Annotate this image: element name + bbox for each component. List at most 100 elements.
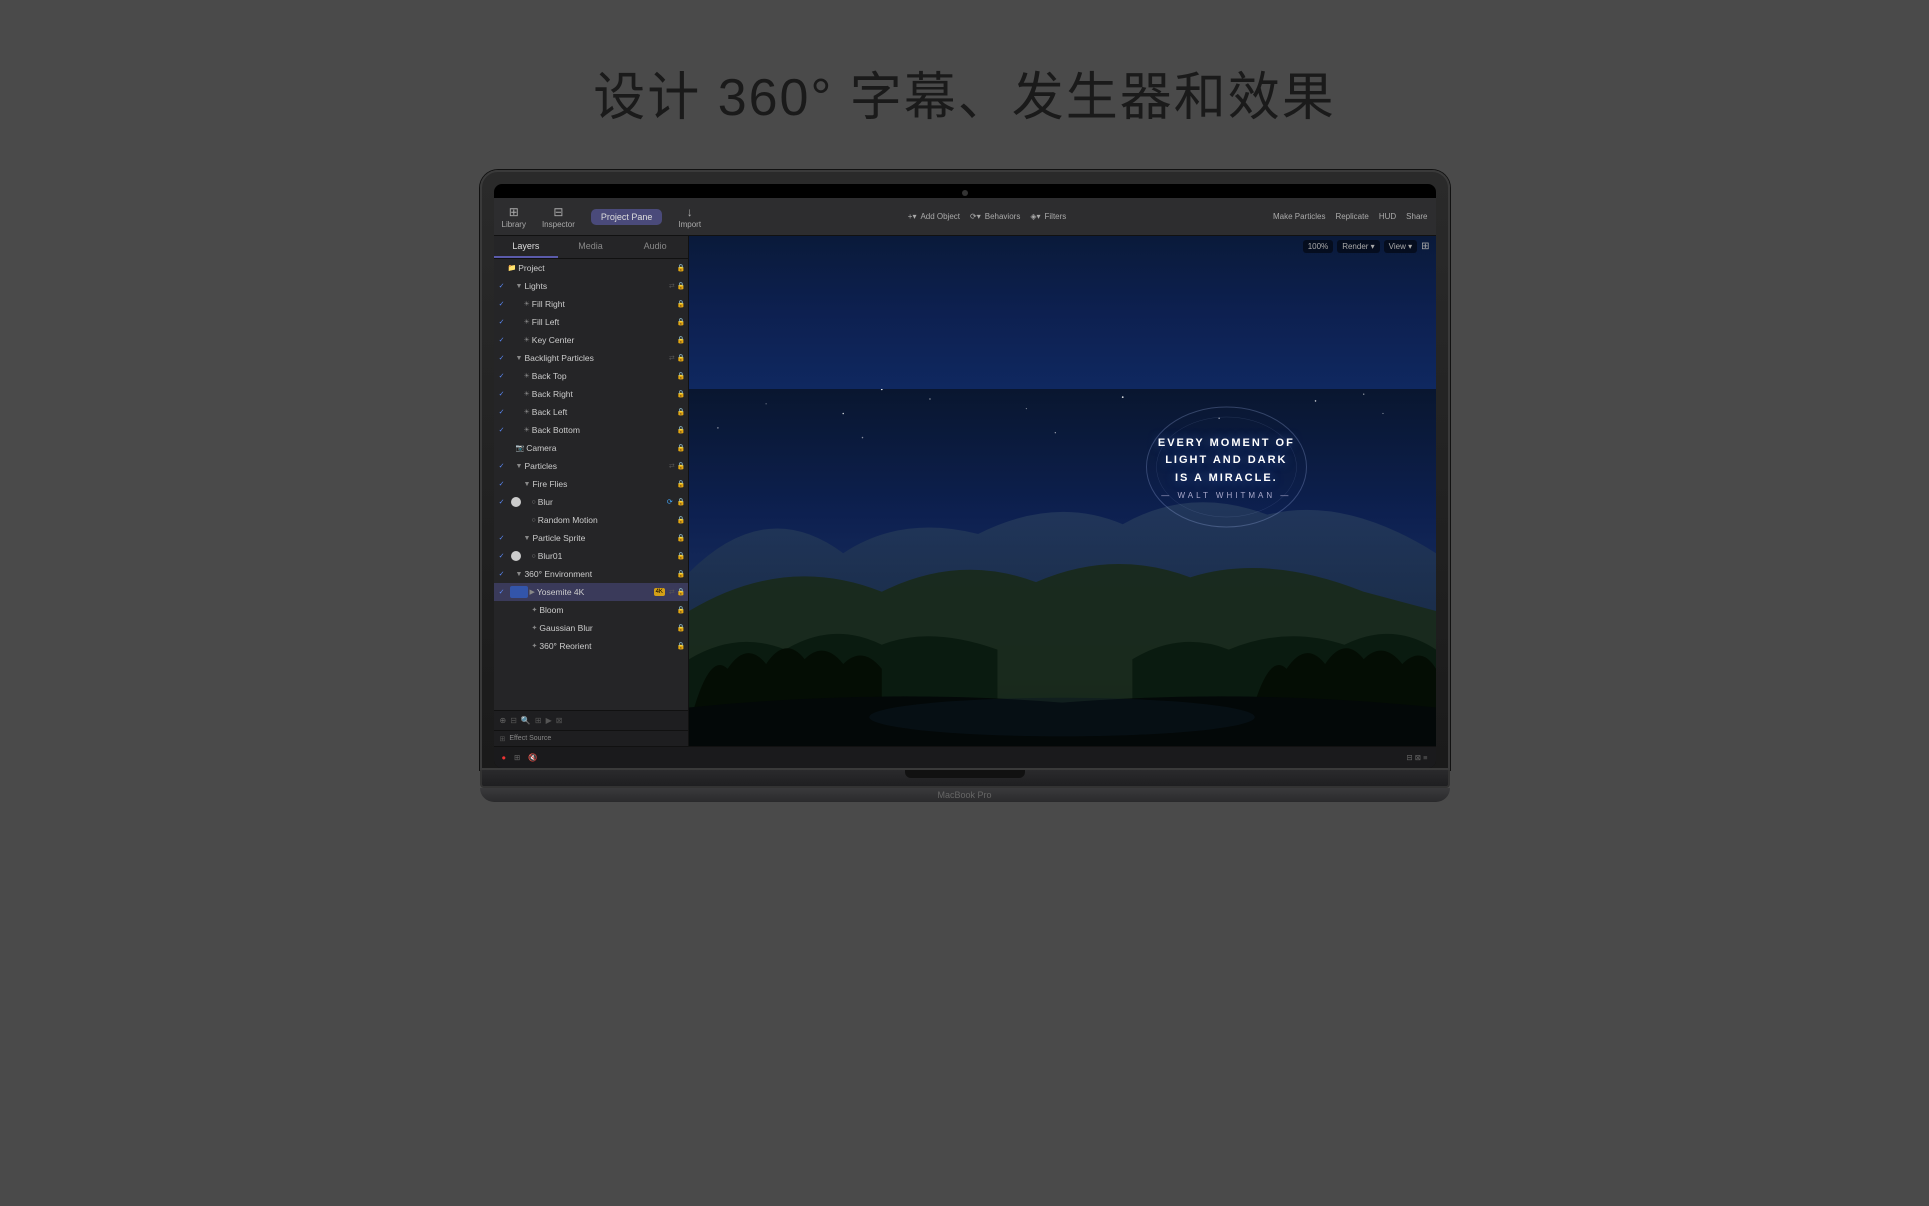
tab-layers[interactable]: Layers: [494, 236, 559, 258]
filters-button[interactable]: ◈▾ Filters: [1030, 212, 1066, 221]
layer-name: Back Bottom: [532, 425, 675, 435]
lock-icon: 🔒: [677, 354, 686, 362]
layer-name: Random Motion: [538, 515, 675, 525]
fullscreen-btn[interactable]: ⊞: [1421, 241, 1429, 252]
layer-fill-right[interactable]: ✓ ☀ Fill Right 🔒: [494, 295, 688, 313]
triangle-icon: ▼: [524, 535, 531, 542]
lock-icon: 🔒: [677, 480, 686, 488]
layer-back-left[interactable]: ✓ ☀ Back Left 🔒: [494, 403, 688, 421]
layer-360-reorient[interactable]: ✦ 360° Reorient 🔒: [494, 637, 688, 655]
layer-particles[interactable]: ✓ ▼ Particles ⇄ 🔒: [494, 457, 688, 475]
layer-check: ✓: [496, 460, 508, 472]
layer-yosemite[interactable]: ✓ ▶ Yosemite 4K 4K ⇄ 🔒: [494, 583, 688, 601]
viewer-image: EVERY MOMENT OF LIGHT AND DARK IS A MIRA…: [689, 236, 1436, 746]
add-object-button[interactable]: +▾ Add Object: [908, 212, 960, 221]
macbook-frame: ⊞ Library ⊟ Inspector Project Pane ↓ I: [480, 170, 1450, 802]
share-button[interactable]: Share: [1406, 212, 1427, 221]
layer-name: 360° Environment: [524, 569, 674, 579]
layer-name: Gaussian Blur: [539, 623, 674, 633]
layer-fire-flies[interactable]: ✓ ▼ Fire Flies 🔒: [494, 475, 688, 493]
lock-icon: 🔒: [677, 552, 686, 560]
triangle-icon: ▼: [516, 283, 523, 290]
layer-gaussian-blur[interactable]: ✦ Gaussian Blur 🔒: [494, 619, 688, 637]
layer-name: Yosemite 4K: [537, 587, 652, 597]
arrows-icon: ⇄: [669, 588, 675, 596]
layer-key-center[interactable]: ✓ ☀ Key Center 🔒: [494, 331, 688, 349]
layer-name: Particles: [524, 461, 666, 471]
layer-blur[interactable]: ✓ ○ Blur ⟳ 🔒: [494, 493, 688, 511]
layer-camera[interactable]: 📷 Camera 🔒: [494, 439, 688, 457]
arrows-icon: ⇄: [669, 354, 675, 362]
project-pane-button[interactable]: Project Pane: [591, 209, 663, 225]
lock-icon: 🔒: [677, 264, 686, 272]
lock-icon: 🔒: [677, 606, 686, 614]
screen-bezel: ⊞ Library ⊟ Inspector Project Pane ↓ I: [494, 184, 1436, 768]
layer-check: ✓: [496, 280, 508, 292]
behaviors-button[interactable]: ⟳▾ Behaviors: [970, 212, 1020, 221]
camera-dot: [962, 190, 968, 196]
light-icon: ☀: [524, 300, 530, 308]
lock-icon: 🔒: [677, 588, 686, 596]
lock-icon: 🔒: [677, 336, 686, 344]
panel-bottom: ⊕ ⊟ 🔍 ⊞ ▶ ⊠: [494, 710, 688, 730]
layer-particle-sprite[interactable]: ✓ ▼ Particle Sprite 🔒: [494, 529, 688, 547]
macbook-notch: [905, 770, 1025, 778]
macbook-hinge: [480, 770, 1450, 788]
lock-icon: 🔒: [677, 498, 686, 506]
layer-name: Blur01: [538, 551, 675, 561]
layer-lights[interactable]: ✓ ▼ Lights ⇄ 🔒: [494, 277, 688, 295]
layer-name: Back Right: [532, 389, 675, 399]
layer-back-top[interactable]: ✓ ☀ Back Top 🔒: [494, 367, 688, 385]
layer-name: 360° Reorient: [539, 641, 674, 651]
triangle-icon: ▼: [516, 571, 523, 578]
library-button[interactable]: ⊞ Library: [502, 205, 526, 229]
layer-back-bottom[interactable]: ✓ ☀ Back Bottom 🔒: [494, 421, 688, 439]
layer-name: Key Center: [532, 335, 675, 345]
effect-source-bar: ⊞ Effect Source: [494, 730, 688, 746]
layer-bloom[interactable]: ✦ Bloom 🔒: [494, 601, 688, 619]
main-area: Layers Media Audio 📁 Project 🔒: [494, 236, 1436, 746]
layer-backlight-particles[interactable]: ✓ ▼ Backlight Particles ⇄ 🔒: [494, 349, 688, 367]
lock-icon: 🔒: [677, 534, 686, 542]
macbook-label: MacBook Pro: [480, 790, 1450, 800]
layers-panel: Layers Media Audio 📁 Project 🔒: [494, 236, 689, 746]
layer-name: Back Left: [532, 407, 675, 417]
record-indicator: ●: [502, 753, 507, 762]
hud-button[interactable]: HUD: [1379, 212, 1396, 221]
arrows-icon: ⇄: [669, 462, 675, 470]
arrows-icon: ⇄: [669, 282, 675, 290]
layer-check: ✓: [496, 478, 508, 490]
layer-random-motion[interactable]: ○ Random Motion 🔒: [494, 511, 688, 529]
tab-media[interactable]: Media: [558, 236, 623, 258]
layer-project[interactable]: 📁 Project 🔒: [494, 259, 688, 277]
effect-icon: ✦: [532, 624, 538, 632]
tab-audio[interactable]: Audio: [623, 236, 688, 258]
layer-back-right[interactable]: ✓ ☀ Back Right 🔒: [494, 385, 688, 403]
layer-check: ✓: [496, 550, 508, 562]
light-icon: ☀: [524, 336, 530, 344]
light-icon: ☀: [524, 390, 530, 398]
replicate-button[interactable]: Replicate: [1335, 212, 1368, 221]
light-icon: ☀: [524, 372, 530, 380]
import-button[interactable]: ↓ Import: [678, 205, 701, 229]
layer-blur01[interactable]: ✓ ○ Blur01 🔒: [494, 547, 688, 565]
inspector-button[interactable]: ⊟ Inspector: [542, 205, 575, 229]
lock-icon: 🔒: [677, 642, 686, 650]
layer-check: [496, 262, 508, 274]
camera-icon: 📷: [516, 444, 525, 452]
layer-check: ✓: [496, 406, 508, 418]
layer-fill-left[interactable]: ✓ ☀ Fill Left 🔒: [494, 313, 688, 331]
render-btn[interactable]: Render ▾: [1337, 240, 1379, 253]
effect-icon: ✦: [532, 642, 538, 650]
view-btn[interactable]: View ▾: [1384, 240, 1417, 253]
status-info: ⊞: [514, 753, 520, 762]
lock-icon: 🔒: [677, 282, 686, 290]
layer-check: ✓: [496, 334, 508, 346]
lock-icon: 🔒: [677, 516, 686, 524]
make-particles-button[interactable]: Make Particles: [1273, 212, 1325, 221]
layer-360-env[interactable]: ✓ ▼ 360° Environment 🔒: [494, 565, 688, 583]
layer-name: Fire Flies: [532, 479, 674, 489]
layer-check: ✓: [496, 496, 508, 508]
lock-icon: 🔒: [677, 318, 686, 326]
layer-check: ✓: [496, 352, 508, 364]
